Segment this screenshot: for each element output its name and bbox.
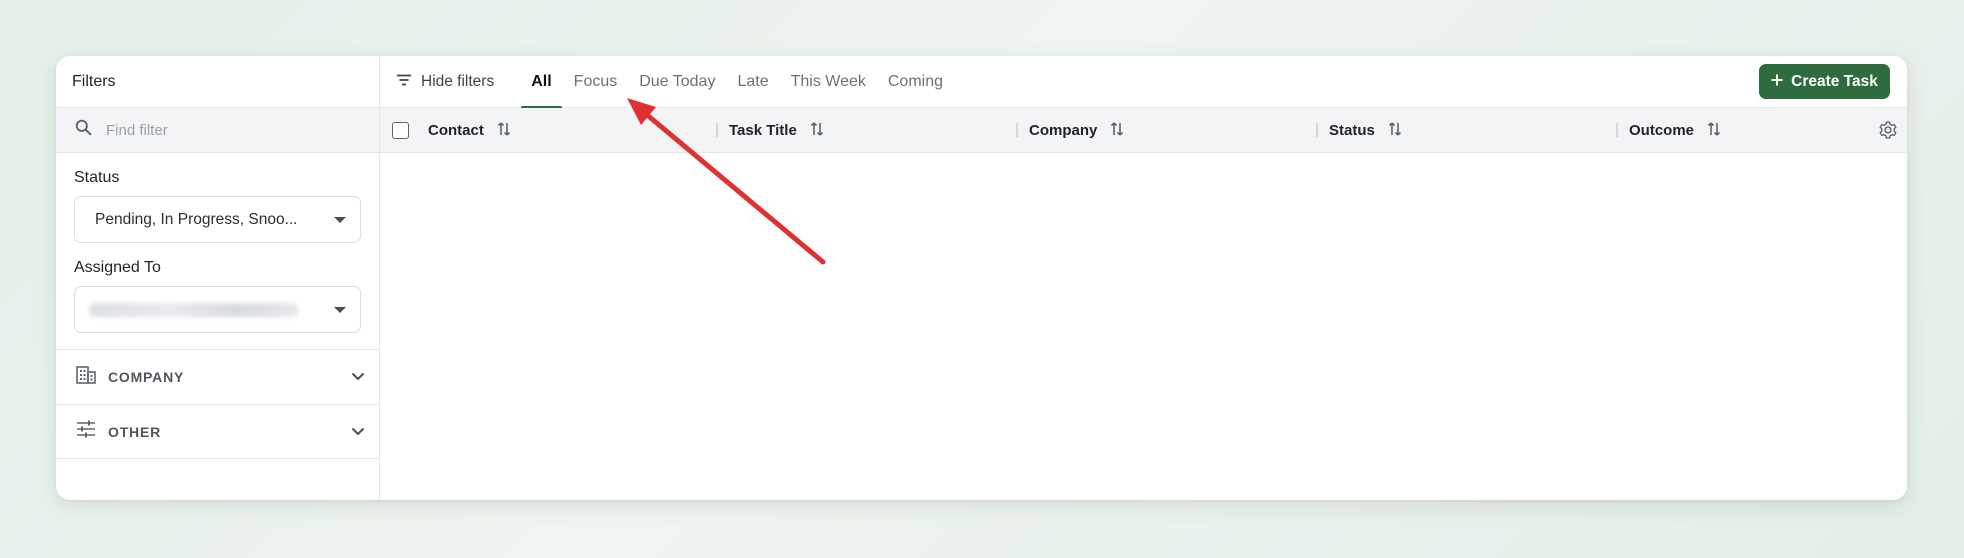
section-other-title: OTHER xyxy=(108,423,161,440)
filter-icon xyxy=(396,73,412,91)
column-task-title[interactable]: Task Title xyxy=(729,108,824,153)
column-task-title-label: Task Title xyxy=(729,122,797,139)
chevron-down-icon xyxy=(351,423,365,441)
sort-icon[interactable] xyxy=(1388,121,1402,141)
plus-icon xyxy=(1771,73,1783,91)
column-resize-handle[interactable] xyxy=(716,123,718,137)
sliders-icon xyxy=(76,420,96,443)
status-filter-label: Status xyxy=(74,169,120,186)
table-header: Contact Task Title Company Status Outcom… xyxy=(380,108,1907,153)
filter-search xyxy=(56,108,379,153)
chevron-down-icon xyxy=(351,368,365,386)
section-other[interactable]: OTHER xyxy=(56,404,379,459)
caret-down-icon xyxy=(334,216,346,223)
assigned-to-select[interactable] xyxy=(74,286,361,333)
sort-icon[interactable] xyxy=(497,121,511,141)
create-task-button[interactable]: Create Task xyxy=(1759,64,1890,99)
section-company-title: COMPANY xyxy=(108,369,185,385)
column-status[interactable]: Status xyxy=(1329,108,1402,153)
column-resize-handle[interactable] xyxy=(1016,123,1018,137)
tab-coming[interactable]: Coming xyxy=(877,56,954,108)
tab-all[interactable]: All xyxy=(520,56,563,109)
table-body xyxy=(380,153,1907,498)
filters-sidebar: Filters Status Pending, In Progress, Sno… xyxy=(56,56,380,500)
status-filter: Status Pending, In Progress, Snoo... Ass… xyxy=(56,153,379,333)
sort-icon[interactable] xyxy=(1707,121,1721,141)
view-tabs: All Focus Due Today Late This Week Comin… xyxy=(520,56,954,109)
tab-due-today[interactable]: Due Today xyxy=(628,56,726,108)
sort-icon[interactable] xyxy=(1110,121,1124,141)
column-company[interactable]: Company xyxy=(1029,108,1124,153)
assigned-to-label: Assigned To xyxy=(74,259,161,276)
sort-icon[interactable] xyxy=(810,121,824,141)
column-company-label: Company xyxy=(1029,122,1098,139)
filters-title: Filters xyxy=(56,56,379,108)
column-outcome-label: Outcome xyxy=(1629,122,1695,139)
search-icon xyxy=(75,119,92,141)
column-contact[interactable]: Contact xyxy=(428,108,511,153)
select-all-checkbox[interactable] xyxy=(392,122,409,139)
column-resize-handle[interactable] xyxy=(1316,123,1318,137)
section-company[interactable]: COMPANY xyxy=(56,349,379,404)
create-task-label: Create Task xyxy=(1791,72,1878,90)
caret-down-icon xyxy=(334,306,346,313)
tab-this-week[interactable]: This Week xyxy=(780,56,877,108)
column-status-label: Status xyxy=(1329,122,1375,139)
hide-filters-label: Hide filters xyxy=(421,72,495,90)
gear-icon[interactable] xyxy=(1878,120,1898,145)
column-resize-handle[interactable] xyxy=(1616,123,1618,137)
tab-focus[interactable]: Focus xyxy=(563,56,629,108)
building-icon xyxy=(76,365,96,389)
tasks-panel: Filters Status Pending, In Progress, Sno… xyxy=(56,56,1907,500)
hide-filters-button[interactable]: Hide filters xyxy=(396,73,494,91)
status-select-value: Pending, In Progress, Snoo... xyxy=(95,210,298,228)
tabs-bar: Hide filters All Focus Due Today Late Th… xyxy=(380,56,1907,109)
redacted-value xyxy=(89,302,299,317)
column-outcome[interactable]: Outcome xyxy=(1629,108,1721,153)
tasks-main: Hide filters All Focus Due Today Late Th… xyxy=(380,56,1907,500)
find-filter-input[interactable] xyxy=(106,121,346,139)
status-select[interactable]: Pending, In Progress, Snoo... xyxy=(74,196,361,243)
tab-late[interactable]: Late xyxy=(726,56,779,108)
column-contact-label: Contact xyxy=(428,122,484,139)
